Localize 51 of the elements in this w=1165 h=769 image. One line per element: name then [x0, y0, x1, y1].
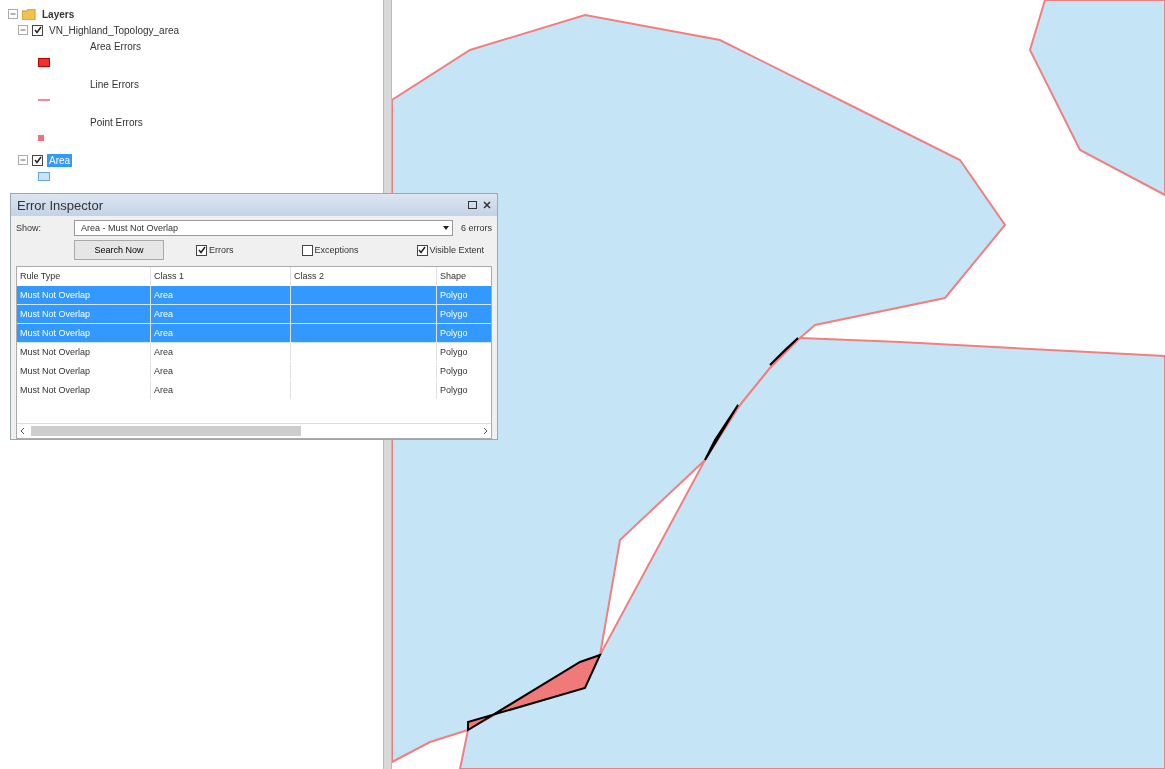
table-cell: Must Not Overlap [17, 324, 151, 342]
table-cell: Area [151, 305, 291, 323]
table-cell: Area [151, 362, 291, 380]
legend-label: Line Errors [89, 77, 140, 91]
table-cell: Must Not Overlap [17, 286, 151, 304]
table-cell: Area [151, 324, 291, 342]
column-header[interactable]: Class 2 [291, 267, 437, 285]
dropdown-arrow-icon [442, 224, 450, 232]
table-cell: Must Not Overlap [17, 343, 151, 361]
error-count: 6 errors [461, 223, 492, 233]
table-cell: Area [151, 343, 291, 361]
table-cell-text: Polygo [439, 308, 469, 321]
checkbox[interactable] [32, 24, 43, 36]
column-header[interactable]: Class 1 [151, 267, 291, 285]
checkbox[interactable] [32, 154, 43, 166]
scroll-right-icon[interactable] [483, 427, 488, 435]
table-cell: Must Not Overlap [17, 362, 151, 380]
option-label: Visible Extent [429, 245, 484, 255]
legend-label: Area Errors [89, 39, 143, 53]
line-symbol-icon [38, 99, 50, 101]
table-cell-text: Polygo [439, 327, 469, 340]
folder-icon [22, 8, 36, 20]
point-symbol-icon [38, 135, 44, 141]
polygon-symbol-icon [38, 171, 50, 181]
table-cell-text: Polygo [439, 289, 469, 302]
column-header[interactable]: Rule Type [17, 267, 151, 285]
close-icon[interactable] [483, 201, 491, 209]
table-cell: Area [151, 381, 291, 399]
option-label: Errors [209, 245, 234, 255]
checkbox[interactable] [416, 244, 428, 256]
horizontal-scrollbar[interactable] [17, 423, 491, 438]
checkbox[interactable] [196, 244, 207, 256]
window-title: Error Inspector [17, 197, 103, 213]
table-cell: Must Not Overlap [17, 305, 151, 323]
area-symbol-icon [38, 57, 50, 67]
scroll-left-icon[interactable] [20, 427, 25, 435]
table-cell-text: Polygo [439, 365, 469, 378]
show-dropdown[interactable]: Area - Must Not Overlap [74, 220, 453, 236]
table-cell: Must Not Overlap [17, 381, 151, 399]
legend-label: Point Errors [89, 115, 144, 129]
layers-label: Layers [41, 7, 76, 21]
show-label: Show: [16, 223, 42, 233]
table-cell-text: Polygo [439, 384, 469, 397]
checkbox[interactable] [301, 244, 313, 256]
table-cell: Area [151, 286, 291, 304]
maximize-icon[interactable] [468, 201, 477, 209]
column-header[interactable]: Shape [437, 267, 491, 285]
option-label: Exceptions [314, 245, 359, 255]
search-now-button[interactable]: Search Now [74, 240, 164, 260]
layer-name[interactable]: VN_Highland_Topology_area [47, 23, 182, 37]
table-cell-text: Polygo [439, 346, 469, 359]
